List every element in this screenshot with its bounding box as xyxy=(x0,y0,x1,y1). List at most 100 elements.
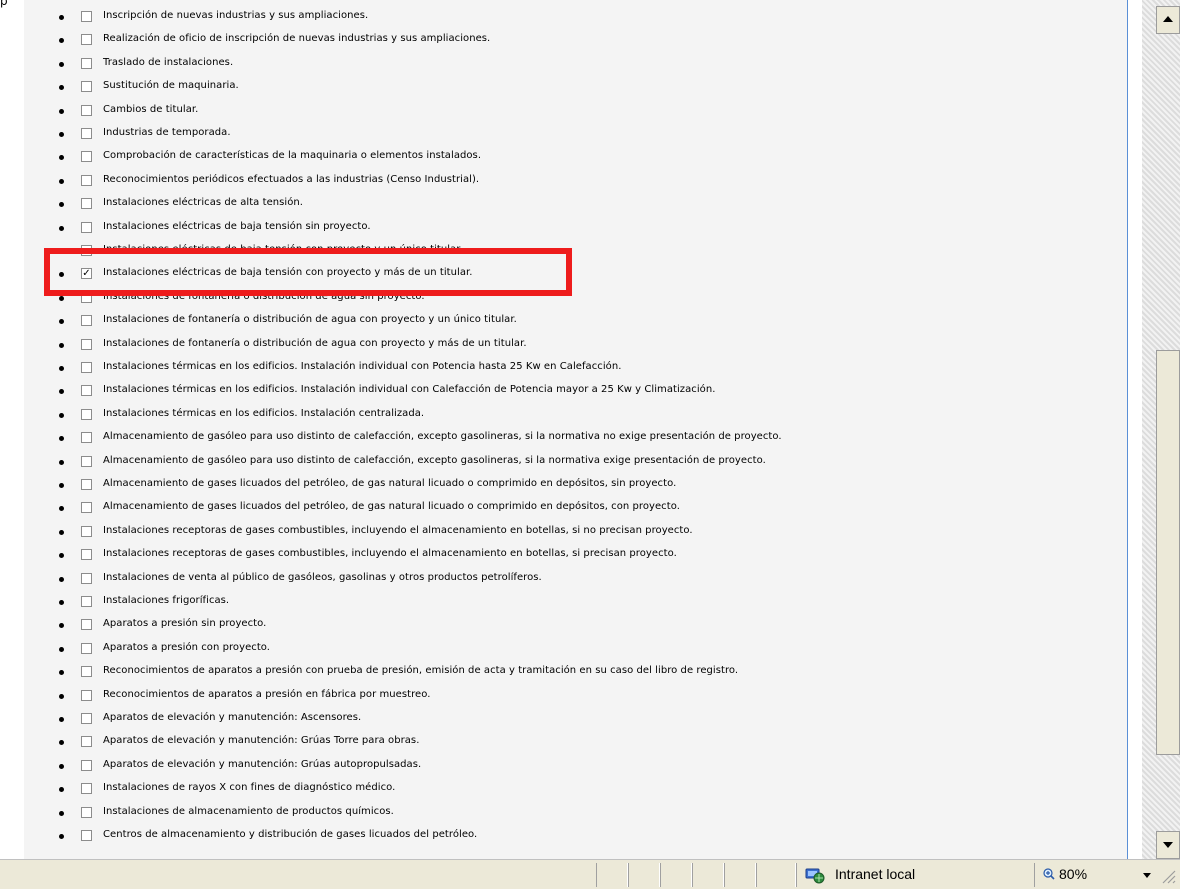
option-item: Instalaciones térmicas en los edificios.… xyxy=(0,382,1100,402)
bullet-icon xyxy=(59,61,64,67)
option-label: Instalaciones térmicas en los edificios.… xyxy=(103,407,425,419)
option-item: Almacenamiento de gasóleo para uso disti… xyxy=(0,429,1100,449)
option-label: Traslado de instalaciones. xyxy=(103,56,234,68)
option-checkbox[interactable]: ✓ xyxy=(81,268,92,280)
bullet-icon xyxy=(59,763,64,769)
option-item: Instalaciones de fontanería o distribuci… xyxy=(0,312,1100,332)
arrow-up-icon xyxy=(1163,16,1173,22)
option-item: Almacenamiento de gases licuados del pet… xyxy=(0,476,1100,496)
cut-off-text: p xyxy=(0,0,8,8)
option-checkbox[interactable] xyxy=(81,385,92,397)
option-checkbox[interactable] xyxy=(81,783,92,795)
bullet-icon xyxy=(59,576,64,582)
option-label: Almacenamiento de gasóleo para uso disti… xyxy=(103,431,782,443)
option-item: Sustitución de maquinaria. xyxy=(0,78,1100,98)
option-checkbox[interactable] xyxy=(81,174,92,186)
option-checkbox[interactable] xyxy=(81,245,92,256)
option-checkbox[interactable] xyxy=(81,549,92,561)
bullet-icon xyxy=(59,717,64,722)
option-checkbox[interactable] xyxy=(81,315,92,327)
option-item: Inscripción de nuevas industrias y sus a… xyxy=(0,8,1100,28)
option-label: Almacenamiento de gases licuados del pet… xyxy=(103,478,677,489)
option-label: Reconocimientos de aparatos a presión en… xyxy=(103,688,431,700)
option-checkbox[interactable] xyxy=(81,502,92,514)
option-item: Instalaciones de fontanería o distribuci… xyxy=(0,336,1100,356)
option-label: Instalaciones eléctricas de alta tensión… xyxy=(103,197,304,209)
status-panel xyxy=(724,863,756,887)
option-checkbox[interactable] xyxy=(81,57,92,69)
option-checkbox[interactable] xyxy=(81,455,92,467)
option-checkbox[interactable] xyxy=(81,830,92,841)
bullet-icon xyxy=(59,506,64,512)
status-panel xyxy=(660,863,692,887)
option-item: Instalaciones de rayos X con fines de di… xyxy=(0,780,1100,800)
option-checkbox[interactable] xyxy=(81,198,92,210)
option-item: Traslado de instalaciones. xyxy=(0,55,1100,75)
option-item: Realización de oficio de inscripción de … xyxy=(0,31,1100,51)
scrollbar-thumb[interactable] xyxy=(1156,350,1180,755)
option-label: Cambios de titular. xyxy=(103,103,199,115)
option-checkbox[interactable] xyxy=(81,151,92,163)
bullet-icon xyxy=(59,132,64,137)
option-checkbox[interactable] xyxy=(81,596,92,607)
bullet-icon xyxy=(59,249,64,254)
option-checkbox[interactable] xyxy=(81,666,92,678)
option-checkbox[interactable] xyxy=(81,362,92,373)
option-checkbox[interactable] xyxy=(81,291,92,303)
scroll-up-button[interactable] xyxy=(1156,6,1180,34)
option-checkbox[interactable] xyxy=(81,572,92,584)
bullet-icon xyxy=(59,412,64,418)
bullet-icon xyxy=(59,834,64,839)
bullet-icon xyxy=(59,529,64,535)
bullet-icon xyxy=(59,295,64,301)
option-label: Aparatos a presión sin proyecto. xyxy=(103,618,267,630)
option-checkbox[interactable] xyxy=(81,81,92,93)
bullet-icon xyxy=(59,155,64,161)
option-label: Inscripción de nuevas industrias y sus a… xyxy=(103,10,369,21)
bullet-icon xyxy=(59,366,64,371)
browser-viewport: p Inscripción de nuevas industrias y sus… xyxy=(0,0,1180,889)
scroll-down-button[interactable] xyxy=(1156,831,1180,859)
status-panel xyxy=(756,863,796,887)
security-zone[interactable]: Intranet local xyxy=(796,863,1012,887)
option-label: Instalaciones receptoras de gases combus… xyxy=(103,548,677,560)
status-bar: Intranet local 80% xyxy=(0,859,1180,889)
option-item: Aparatos a presión sin proyecto. xyxy=(0,616,1100,636)
option-checkbox[interactable] xyxy=(81,221,92,233)
bullet-icon xyxy=(59,623,64,629)
option-checkbox[interactable] xyxy=(81,736,92,748)
status-panel xyxy=(628,863,660,887)
option-label: Reconocimientos de aparatos a presión co… xyxy=(103,665,739,677)
option-label: Instalaciones receptoras de gases combus… xyxy=(103,524,693,536)
option-label: Instalaciones de fontanería o distribuci… xyxy=(103,337,527,349)
option-checkbox[interactable] xyxy=(81,642,92,654)
option-item: Instalaciones eléctricas de alta tensión… xyxy=(0,195,1100,215)
option-checkbox[interactable] xyxy=(81,432,92,444)
option-item: Instalaciones eléctricas de baja tensión… xyxy=(0,219,1100,239)
option-checkbox[interactable] xyxy=(81,104,92,116)
resize-grip-icon[interactable] xyxy=(1158,866,1176,884)
option-item: Almacenamiento de gasóleo para uso disti… xyxy=(0,453,1100,473)
option-item: Reconocimientos periódicos efectuados a … xyxy=(0,172,1100,192)
option-item: Reconocimientos de aparatos a presión co… xyxy=(0,663,1100,683)
option-checkbox[interactable] xyxy=(81,11,92,22)
chevron-down-icon[interactable] xyxy=(1143,873,1151,878)
option-item: Instalaciones receptoras de gases combus… xyxy=(0,523,1100,543)
option-checkbox[interactable] xyxy=(81,713,92,724)
option-checkbox[interactable] xyxy=(81,408,92,420)
option-label: Centros de almacenamiento y distribución… xyxy=(103,829,478,840)
option-checkbox[interactable] xyxy=(81,689,92,701)
option-checkbox[interactable] xyxy=(81,806,92,818)
option-checkbox[interactable] xyxy=(81,34,92,46)
option-checkbox[interactable] xyxy=(81,479,92,490)
option-checkbox[interactable] xyxy=(81,759,92,771)
option-checkbox[interactable] xyxy=(81,338,92,350)
option-label: Instalaciones de fontanería o distribuci… xyxy=(103,290,425,302)
option-label: Aparatos de elevación y manutención: Grú… xyxy=(103,758,422,770)
option-checkbox[interactable] xyxy=(81,128,92,139)
option-label: Industrias de temporada. xyxy=(103,127,231,138)
option-item: Instalaciones de fontanería o distribuci… xyxy=(0,289,1100,309)
bullet-icon xyxy=(59,553,64,559)
option-checkbox[interactable] xyxy=(81,525,92,537)
option-checkbox[interactable] xyxy=(81,619,92,631)
